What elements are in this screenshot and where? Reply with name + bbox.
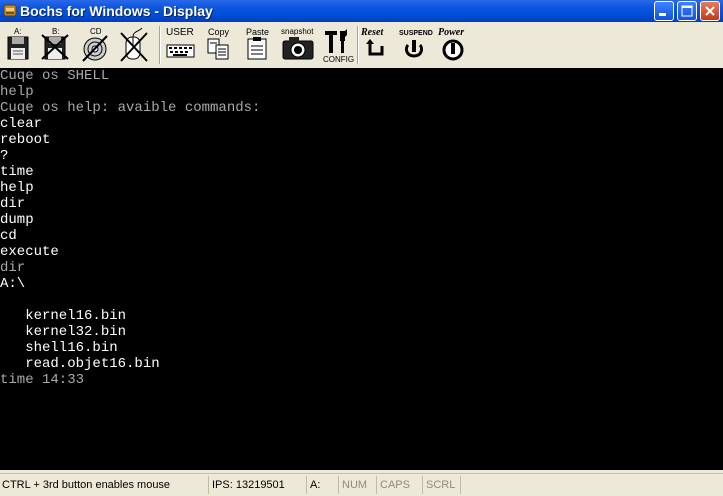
copy-label: Copy — [208, 27, 230, 37]
window-title: Bochs for Windows - Display — [20, 3, 213, 19]
suspend-icon: SUSPEND — [399, 30, 433, 58]
console-line: time 14:33 — [0, 372, 85, 388]
keyboard-icon: USER — [166, 27, 195, 58]
floppy-disk-icon: A: — [7, 27, 29, 60]
paste-button[interactable]: Paste — [244, 25, 272, 65]
drive-indicator: A: — [306, 476, 336, 494]
cdrom-icon: CD — [82, 27, 108, 62]
floppy-a-button[interactable]: A: — [4, 25, 32, 65]
console-line: clear — [0, 116, 43, 132]
config-label: CONFIG — [323, 55, 354, 64]
config-tools-icon: CONFIG — [323, 29, 354, 64]
mouse-hint-text: CTRL + 3rd button enables mouse — [2, 479, 171, 491]
reset-button[interactable]: Reset — [360, 25, 394, 65]
console-line: reboot — [0, 132, 51, 148]
mouse-disabled-icon — [120, 27, 148, 62]
status-empty-panel — [460, 476, 723, 494]
toolbar-separator — [159, 26, 161, 64]
console-line: cd — [0, 228, 17, 244]
user-label: USER — [166, 27, 194, 38]
console-line: Cuqe os help: avaible commands: — [0, 100, 261, 116]
toolbar: A: B: CD USER Copy Paste snapshot CONFIG… — [0, 22, 723, 69]
config-button[interactable]: CONFIG — [322, 25, 354, 65]
paste-label: Paste — [246, 27, 269, 37]
console-line: dir — [0, 260, 26, 276]
user-button[interactable]: USER — [165, 25, 197, 65]
console-line: help — [0, 180, 34, 196]
console-line: execute — [0, 244, 59, 260]
floppy-a-label: A: — [14, 27, 22, 36]
num-lock-indicator: NUM — [338, 476, 374, 494]
console-line: kernel32.bin — [0, 324, 127, 340]
cdrom-label: CD — [90, 27, 102, 36]
console-line: dump — [0, 212, 34, 228]
console-line: time — [0, 164, 34, 180]
minimize-button[interactable] — [654, 1, 674, 21]
suspend-button[interactable]: SUSPEND — [398, 25, 434, 65]
scroll-lock-indicator: SCRL — [422, 476, 458, 494]
copy-button[interactable]: Copy — [205, 25, 233, 65]
copy-icon: Copy — [207, 27, 230, 60]
power-label: Power — [438, 27, 464, 38]
cdrom-button[interactable]: CD — [80, 25, 110, 65]
floppy-b-button[interactable]: B: — [40, 25, 70, 65]
reset-icon: Reset — [360, 27, 384, 56]
snapshot-button[interactable]: snapshot — [280, 25, 316, 65]
floppy-b-label: B: — [52, 27, 60, 36]
power-icon: Power — [438, 27, 464, 61]
console-line: ? — [0, 148, 9, 164]
console-line: kernel16.bin — [0, 308, 127, 324]
console-line: Cuqe os SHELL — [0, 68, 110, 84]
suspend-label: SUSPEND — [399, 30, 433, 37]
title-bar[interactable]: Bochs for Windows - Display — [0, 0, 723, 22]
caps-lock-indicator: CAPS — [376, 476, 420, 494]
camera-icon: snapshot — [281, 27, 314, 60]
toolbar-separator — [357, 26, 359, 64]
status-bar: CTRL + 3rd button enables mouse IPS: 132… — [0, 473, 723, 496]
emulator-display[interactable]: Cuqe os SHELL help Cuqe os help: avaible c… — [0, 68, 723, 470]
console-line: shell16.bin — [0, 340, 118, 356]
console-line: dir — [0, 196, 26, 212]
console-line: help — [0, 84, 34, 100]
close-button[interactable] — [700, 1, 720, 21]
console-line: A:\ — [0, 276, 26, 292]
maximize-button[interactable] — [677, 1, 697, 21]
snapshot-label: snapshot — [281, 27, 314, 36]
paste-clipboard-icon: Paste — [246, 27, 269, 60]
console-line: read.objet16.bin — [0, 356, 160, 372]
floppy-disabled-icon: B: — [41, 27, 69, 60]
power-button[interactable]: Power — [437, 25, 471, 65]
reset-label: Reset — [360, 27, 384, 38]
ips-counter: IPS: 13219501 — [208, 476, 304, 494]
bochs-app-icon[interactable] — [3, 3, 17, 18]
mouse-button[interactable] — [118, 25, 150, 65]
